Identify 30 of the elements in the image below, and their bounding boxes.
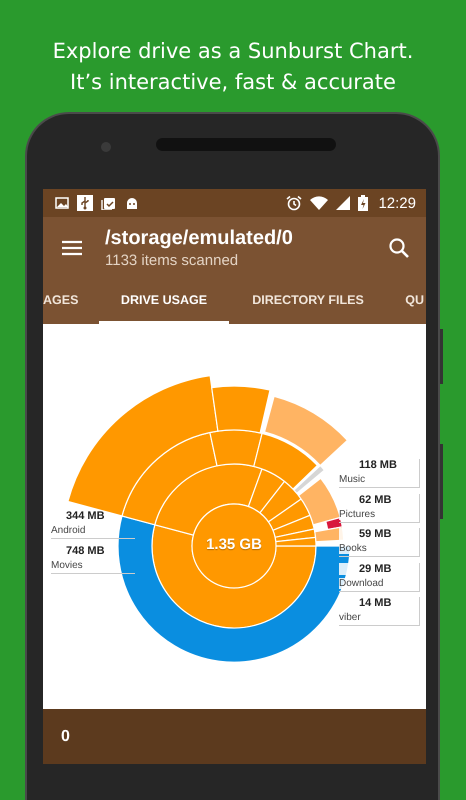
size-label: 344 MB (65, 510, 106, 522)
item-count: 0 (61, 728, 70, 746)
headline-text: It’s interactive, fast & accurate (69, 69, 397, 96)
signal-icon (336, 196, 350, 210)
size-label: 29 MB (339, 562, 394, 574)
image-icon (55, 196, 69, 210)
folder-name: Books (339, 543, 369, 554)
usb-icon (77, 195, 93, 211)
tab[interactable]: DIRECTORY FILES (229, 279, 387, 324)
alarm-icon (286, 195, 302, 211)
clock-time: 12:29 (378, 194, 416, 212)
battery-charging-icon (358, 195, 368, 211)
wifi-icon (310, 196, 328, 210)
menu-icon[interactable] (61, 240, 83, 256)
size-label: 59 MB (339, 528, 394, 540)
tab[interactable]: QU (387, 279, 426, 324)
folder-name: Music (339, 474, 368, 485)
clipboard-icon (101, 196, 117, 210)
tab[interactable]: AGES (43, 279, 99, 324)
folder-path: /storage/emulated/0 (105, 227, 294, 250)
scan-count: 1133 items scanned (105, 252, 240, 269)
total-size: 1.35 GB (205, 536, 263, 553)
folder-name: viber (339, 612, 363, 623)
folder-name: Android (51, 525, 86, 536)
folder-name: Download (339, 578, 386, 588)
search-icon[interactable] (388, 237, 410, 259)
headline-text: Explore drive as a Sunburst Chart. (52, 38, 414, 65)
size-label: 748 MB (65, 545, 106, 557)
folder-name: Movies (51, 560, 84, 571)
folder-name: Pictures (339, 508, 378, 520)
